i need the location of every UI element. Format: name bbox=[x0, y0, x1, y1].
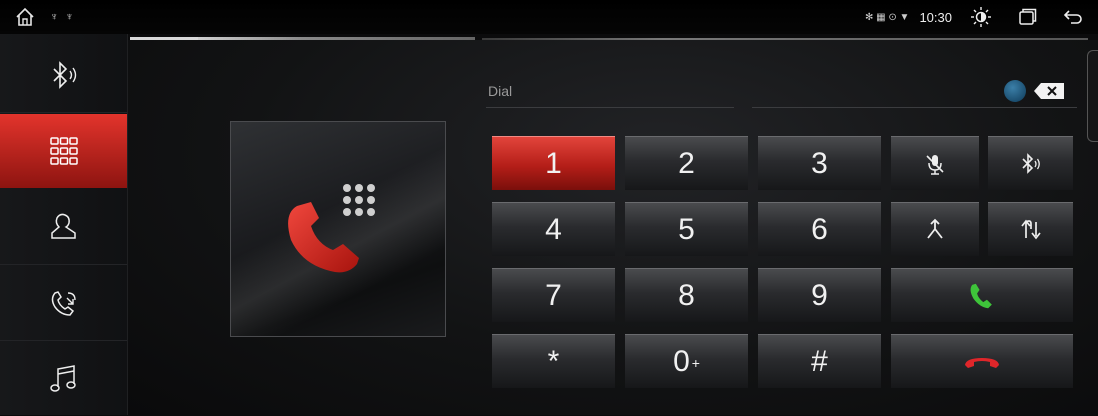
mic-mute-icon bbox=[926, 154, 944, 175]
key-5[interactable]: 5 bbox=[625, 202, 748, 256]
key-label: 6 bbox=[811, 212, 828, 246]
key-8[interactable]: 8 bbox=[625, 268, 748, 322]
hang-up-icon bbox=[965, 357, 999, 368]
key-sublabel: + bbox=[691, 354, 700, 371]
key-label: # bbox=[811, 344, 828, 378]
key-label: 4 bbox=[545, 212, 562, 246]
key-0[interactable]: 0 + bbox=[625, 334, 748, 388]
phone-keypad-icon bbox=[288, 184, 375, 273]
home-icon[interactable] bbox=[14, 6, 36, 28]
call-log-icon bbox=[51, 291, 76, 316]
swap-call-button[interactable] bbox=[988, 202, 1073, 256]
side-panel-handle[interactable] bbox=[1087, 50, 1098, 142]
bluetooth-audio-icon bbox=[52, 61, 76, 89]
dialer-illustration bbox=[230, 121, 446, 337]
sidebar-item-music[interactable] bbox=[0, 342, 127, 416]
key-label: 2 bbox=[678, 146, 695, 180]
call-button[interactable] bbox=[891, 268, 1073, 322]
status-indicator-dot bbox=[1004, 80, 1026, 102]
key-2[interactable]: 2 bbox=[625, 136, 748, 190]
backspace-icon[interactable] bbox=[1033, 82, 1065, 100]
key-label: * bbox=[547, 344, 560, 378]
key-label: 1 bbox=[545, 146, 562, 180]
phone-call-icon bbox=[970, 283, 992, 308]
status-icons: ✻ ▦ ⊙ ▼ bbox=[865, 11, 910, 23]
key-star[interactable]: * bbox=[492, 334, 615, 388]
dial-label: Dial bbox=[488, 83, 513, 99]
status-bar: ♆ ♆ ✻ ▦ ⊙ ▼ 10:30 bbox=[0, 0, 1098, 34]
bluetooth-audio-button[interactable] bbox=[988, 136, 1073, 190]
hang-up-button[interactable] bbox=[891, 334, 1073, 388]
brightness-icon[interactable] bbox=[970, 6, 992, 28]
sidebar-item-dialpad[interactable] bbox=[0, 114, 127, 188]
contacts-icon bbox=[50, 213, 76, 239]
sidebar bbox=[0, 34, 128, 415]
key-label: 0 bbox=[673, 344, 690, 378]
key-label: 7 bbox=[545, 278, 562, 312]
mute-mic-button[interactable] bbox=[891, 136, 979, 190]
back-icon[interactable] bbox=[1062, 6, 1084, 28]
merge-call-button[interactable] bbox=[891, 202, 979, 256]
sidebar-item-bluetooth-audio[interactable] bbox=[0, 38, 127, 113]
swap-arrows-icon bbox=[1020, 219, 1041, 239]
dial-number-field[interactable] bbox=[540, 80, 730, 104]
key-label: 9 bbox=[811, 278, 828, 312]
dial-underline bbox=[486, 107, 734, 108]
key-label: 8 bbox=[678, 278, 695, 312]
key-label: 3 bbox=[811, 146, 828, 180]
key-6[interactable]: 6 bbox=[758, 202, 881, 256]
dial-underline-right bbox=[752, 107, 1077, 108]
key-7[interactable]: 7 bbox=[492, 268, 615, 322]
dialpad-icon bbox=[49, 137, 78, 165]
key-3[interactable]: 3 bbox=[758, 136, 881, 190]
merge-icon bbox=[927, 218, 943, 239]
key-9[interactable]: 9 bbox=[758, 268, 881, 322]
key-label: 5 bbox=[678, 212, 695, 246]
music-note-icon bbox=[49, 365, 76, 392]
sidebar-item-call-log[interactable] bbox=[0, 266, 127, 341]
usb-icons: ♆ ♆ bbox=[50, 11, 76, 23]
sidebar-item-contacts[interactable] bbox=[0, 190, 127, 265]
key-4[interactable]: 4 bbox=[492, 202, 615, 256]
bluetooth-audio-icon bbox=[1021, 152, 1040, 174]
clock: 10:30 bbox=[919, 9, 952, 25]
key-hash[interactable]: # bbox=[758, 334, 881, 388]
recent-apps-icon[interactable] bbox=[1016, 6, 1038, 28]
key-1[interactable]: 1 bbox=[492, 136, 615, 190]
